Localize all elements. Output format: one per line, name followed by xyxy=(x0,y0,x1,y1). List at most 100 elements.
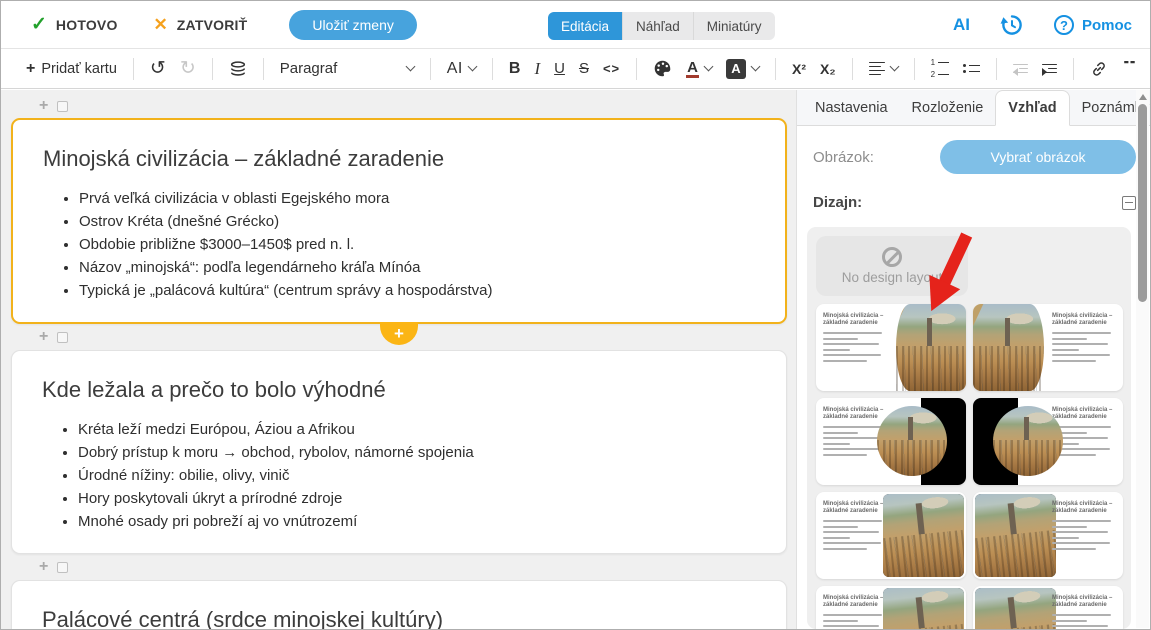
top-bar: ✓ HOTOVO ✕ ZATVORIŤ Uložiť zmeny Editáci… xyxy=(1,1,1150,49)
insert-template-dropdown[interactable]: <> xyxy=(1144,54,1151,84)
done-button[interactable]: ✓ HOTOVO xyxy=(31,13,118,36)
design-thumb-circle-right[interactable]: Minojská civilizácia – základné zaradeni… xyxy=(816,398,966,485)
outdent-icon xyxy=(1013,64,1028,74)
highlight-color-dropdown[interactable]: A xyxy=(719,54,766,84)
blockquote-button[interactable]: “ xyxy=(1115,54,1144,84)
bullet: Dobrý prístup k moru → obchod, rybolov, … xyxy=(78,441,756,464)
select-card-checkbox[interactable] xyxy=(57,332,68,343)
tab-layout[interactable]: Rozloženie xyxy=(900,91,996,125)
numbered-list-icon: 1 2 xyxy=(931,58,949,79)
card-editor-window: ✓ HOTOVO ✕ ZATVORIŤ Uložiť zmeny Editáci… xyxy=(0,0,1151,630)
bullet: Kréta leží medzi Európou, Áziou a Afriko… xyxy=(78,418,756,441)
select-card-checkbox[interactable] xyxy=(57,101,68,112)
card-palace-centres[interactable]: Palácové centrá (srdce minojskej kultúry… xyxy=(11,580,787,629)
design-label: Dizajn: xyxy=(813,194,862,211)
paragraph-style-value: Paragraf xyxy=(280,60,338,77)
strikethrough-button[interactable]: S xyxy=(572,54,596,84)
chevron-down-icon xyxy=(405,62,415,72)
insert-card-icon[interactable]: + xyxy=(39,100,48,112)
align-dropdown[interactable] xyxy=(862,54,905,84)
tab-settings[interactable]: Nastavenia xyxy=(803,91,900,125)
panel-scrollbar[interactable] xyxy=(1136,90,1149,628)
thumb-image xyxy=(896,304,967,391)
add-card-button[interactable]: + Pridať kartu xyxy=(19,54,124,84)
thumb-title: Minojská civilizácia – základné zaradeni… xyxy=(1052,501,1116,515)
subscript-button[interactable]: X₂ xyxy=(813,54,843,84)
thumb-title: Minojská civilizácia – základné zaradeni… xyxy=(1052,313,1116,327)
bullet: Názov „minojská“: podľa legendárneho krá… xyxy=(79,256,755,279)
save-changes-button[interactable]: Uložiť zmeny xyxy=(289,10,417,40)
bullet: Mnohé osady pri pobreží aj vo vnútrozemí xyxy=(78,510,756,533)
tab-preview-mode[interactable]: Náhľad xyxy=(623,12,694,40)
thumb-title: Minojská civilizácia – základné zaradeni… xyxy=(823,595,887,609)
card-title: Kde ležala a prečo to bolo výhodné xyxy=(42,375,756,405)
bullet: Prvá veľká civilizácia v oblasti Egejské… xyxy=(79,187,755,210)
tab-edit-mode[interactable]: Editácia xyxy=(548,12,623,40)
numbered-list-button[interactable]: 1 2 xyxy=(924,54,956,84)
design-thumb-tilt-right[interactable]: Minojská civilizácia – základné zaradeni… xyxy=(816,492,966,579)
redo-button[interactable]: ↻ xyxy=(173,54,203,84)
link-icon xyxy=(1090,60,1108,78)
close-button[interactable]: ✕ ZATVORIŤ xyxy=(154,15,248,35)
chevron-down-icon xyxy=(704,62,714,72)
link-button[interactable] xyxy=(1083,54,1115,84)
tab-appearance[interactable]: Vzhľad xyxy=(995,90,1069,126)
paragraph-style-dropdown[interactable]: Paragraf xyxy=(273,54,421,84)
close-label: ZATVORIŤ xyxy=(177,17,248,33)
chevron-down-icon xyxy=(751,62,761,72)
thumb-title: Minojská civilizácia – základné zaradeni… xyxy=(823,501,887,515)
thumb-image xyxy=(877,406,947,476)
tab-thumbnails-mode[interactable]: Miniatúry xyxy=(694,12,775,40)
top-right-actions: AI ? Pomoc xyxy=(953,1,1132,49)
indent-button[interactable] xyxy=(1035,54,1064,84)
design-thumb-tilt-left[interactable]: Minojská civilizácia – základné zaradeni… xyxy=(973,492,1123,579)
card-minoan-intro[interactable]: Minojská civilizácia – základné zaradeni… xyxy=(11,118,787,324)
thumb-image xyxy=(975,494,1056,577)
history-icon[interactable] xyxy=(1000,13,1024,37)
inline-code-button[interactable]: <> xyxy=(596,54,627,84)
align-icon xyxy=(869,62,885,76)
thumb-image xyxy=(993,406,1063,476)
undo-button[interactable]: ↺ xyxy=(143,54,173,84)
palette-icon[interactable] xyxy=(646,54,679,84)
ai-text-tools-dropdown[interactable]: AI xyxy=(440,54,483,84)
select-card-checkbox[interactable] xyxy=(57,562,68,573)
help-label: Pomoc xyxy=(1082,17,1132,34)
bullet: Úrodné nížiny: obilie, olivy, vinič xyxy=(78,464,756,487)
layers-icon[interactable] xyxy=(222,54,254,84)
collapse-icon[interactable] xyxy=(1122,196,1136,210)
text-color-dropdown[interactable]: A xyxy=(679,54,719,84)
underline-button[interactable]: U xyxy=(547,54,572,84)
card-bullet-list: Prvá veľká civilizácia v oblasti Egejské… xyxy=(43,187,755,302)
scrollbar-thumb[interactable] xyxy=(1138,104,1147,302)
card-controls: + xyxy=(39,560,68,574)
design-thumbnails-grid: Minojská civilizácia – základné zaradeni… xyxy=(816,304,1122,629)
superscript-button[interactable]: X² xyxy=(785,54,813,84)
outdent-button[interactable] xyxy=(1006,54,1035,84)
scroll-up-icon[interactable] xyxy=(1139,94,1147,100)
quote-icon: “ xyxy=(1122,61,1137,77)
ai-button[interactable]: AI xyxy=(953,15,970,35)
no-design-layout-option[interactable]: No design layout xyxy=(816,236,968,296)
design-thumb-tilt-right-2[interactable]: Minojská civilizácia – základné zaradeni… xyxy=(816,586,966,629)
settings-panel: Nastavenia Rozloženie Vzhľad Poznámky Ob… xyxy=(796,90,1151,629)
design-thumb-image-right[interactable]: Minojská civilizácia – základné zaradeni… xyxy=(816,304,966,391)
insert-card-icon[interactable]: + xyxy=(39,561,48,573)
cards-editor-area: + Minojská civilizácia – základné zarade… xyxy=(1,90,796,629)
ai-menu-label: AI xyxy=(447,60,463,78)
italic-button[interactable]: I xyxy=(527,54,547,84)
bullet-list-button[interactable] xyxy=(956,54,987,84)
bullet-list-icon xyxy=(963,64,980,73)
bullet: Obdobie približne $3000–1450$ pred n. l. xyxy=(79,233,755,256)
view-mode-switcher: Editácia Náhľad Miniatúry xyxy=(548,12,775,40)
design-thumb-image-left[interactable]: Minojská civilizácia – základné zaradeni… xyxy=(973,304,1123,391)
design-thumb-tilt-left-2[interactable]: Minojská civilizácia – základné zaradeni… xyxy=(973,586,1123,629)
done-label: HOTOVO xyxy=(56,17,118,33)
insert-card-icon[interactable]: + xyxy=(39,331,48,343)
help-button[interactable]: ? Pomoc xyxy=(1054,15,1132,35)
choose-image-button[interactable]: Vybrať obrázok xyxy=(940,140,1136,174)
bold-button[interactable]: B xyxy=(502,54,528,84)
design-thumb-circle-left[interactable]: Minojská civilizácia – základné zaradeni… xyxy=(973,398,1123,485)
check-icon: ✓ xyxy=(31,13,47,36)
card-location[interactable]: Kde ležala a prečo to bolo výhodné Kréta… xyxy=(11,350,787,554)
